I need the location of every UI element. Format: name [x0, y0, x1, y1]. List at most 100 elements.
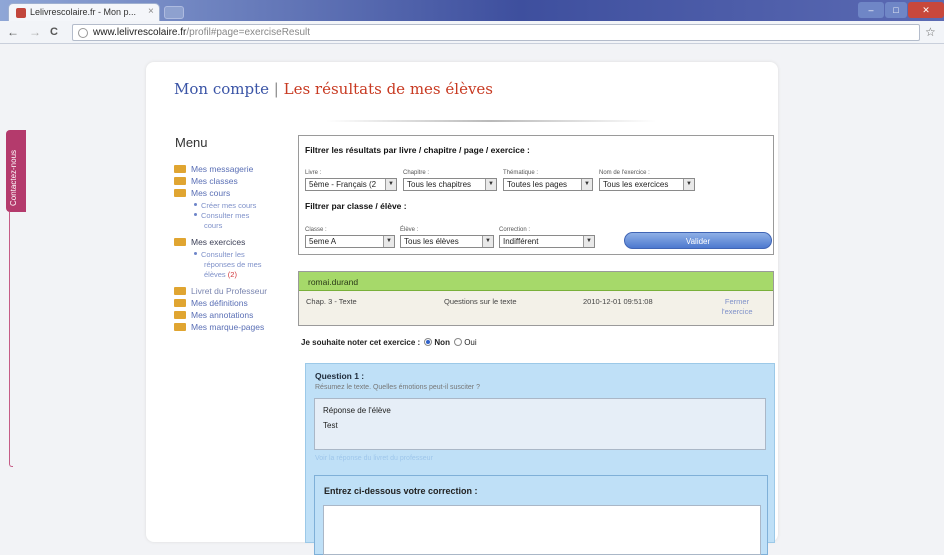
valider-button[interactable]: Valider [624, 232, 772, 249]
filter-panel: Filtrer les résultats par livre / chapit… [298, 135, 774, 255]
chapitre-label: Chapitre : [403, 170, 430, 176]
answer-value: Test [323, 421, 338, 430]
exercice-select[interactable]: Tous les exercices ▼ [599, 178, 695, 191]
folder-icon [174, 299, 186, 307]
eleve-label: Élève : [400, 227, 419, 233]
folder-icon [174, 165, 186, 173]
browser-title-bar: Lelivrescolaire.fr - Mon p... × – □ ✕ [0, 0, 944, 21]
rating-question: Je souhaite noter cet exercice : [301, 338, 421, 347]
radio-oui[interactable] [454, 338, 463, 346]
chevron-down-icon: ▼ [383, 236, 394, 247]
livre-label: Livre : [305, 170, 322, 176]
bookmark-star-icon[interactable]: ☆ [925, 25, 936, 39]
result-row: Chap. 3 - Texte Questions sur le texte 2… [299, 291, 773, 325]
submenu-consulter-cours[interactable]: Consulter mes cours [194, 211, 249, 231]
radio-non[interactable] [424, 338, 433, 346]
menu-item-classes[interactable]: Mes classes [174, 176, 238, 186]
classe-select[interactable]: 5eme A ▼ [305, 235, 395, 248]
result-chapter: Chap. 3 - Texte [306, 297, 357, 306]
correction-select[interactable]: Indifférent ▼ [499, 235, 595, 248]
title-account[interactable]: Mon compte [174, 80, 269, 98]
tab-close-icon[interactable]: × [148, 6, 154, 17]
chevron-down-icon: ▼ [482, 236, 493, 247]
folder-icon [174, 238, 186, 246]
filter-heading-book: Filtrer les résultats par livre / chapit… [305, 145, 530, 155]
submenu-consulter-reponses[interactable]: Consulter les réponses de mes élèves (2) [194, 250, 262, 280]
minimize-button[interactable]: – [858, 2, 884, 18]
browser-tab[interactable]: Lelivrescolaire.fr - Mon p... × [8, 3, 160, 21]
title-results: Les résultats de mes élèves [283, 80, 493, 98]
question-text: Résumez le texte. Quelles émotions peut-… [315, 384, 480, 391]
menu-title: Menu [175, 135, 208, 150]
answer-label: Réponse de l'élève [323, 406, 391, 415]
chevron-down-icon: ▼ [683, 179, 694, 190]
radio-oui-label: Oui [464, 338, 477, 347]
favicon-icon [16, 8, 26, 18]
question-title: Question 1 : [315, 371, 365, 381]
submenu-creer-cours[interactable]: Créer mes cours [194, 201, 256, 211]
exercice-label: Nom de l'exercice : [599, 170, 650, 176]
new-tab-button[interactable] [164, 6, 184, 19]
folder-icon [174, 287, 186, 295]
chapitre-select[interactable]: Tous les chapitres ▼ [403, 178, 497, 191]
page-title: Mon compte | Les résultats de mes élèves [174, 80, 493, 98]
eleve-select[interactable]: Tous les élèves ▼ [400, 235, 494, 248]
menu-item-messagerie[interactable]: Mes messagerie [174, 164, 253, 174]
contact-tab-line [9, 212, 13, 467]
chevron-down-icon: ▼ [385, 179, 396, 190]
thematique-label: Thématique : [503, 170, 539, 176]
livre-select[interactable]: 5ème - Français (2 ▼ [305, 178, 397, 191]
student-bar: romai.durand [299, 272, 773, 291]
chevron-down-icon: ▼ [485, 179, 496, 190]
close-exercise-link[interactable]: Fermer l'exercice [712, 297, 762, 317]
heading-divider [326, 120, 656, 122]
correction-label: Correction : [499, 227, 531, 233]
address-bar[interactable]: www.lelivrescolaire.fr/profil#page=exerc… [72, 24, 920, 41]
student-name: romai.durand [308, 277, 359, 287]
bullet-icon [194, 203, 197, 206]
teacher-answer-link[interactable]: Voir la réponse du livret du professeur [315, 455, 433, 462]
filter-heading-class: Filtrer par classe / élève : [305, 201, 407, 211]
folder-icon [174, 323, 186, 331]
pending-count-badge: (2) [227, 270, 237, 279]
title-separator: | [273, 80, 279, 98]
menu-item-marque-pages[interactable]: Mes marque-pages [174, 322, 264, 332]
page-info-icon[interactable] [78, 28, 88, 38]
correction-title: Entrez ci-dessous votre correction : [324, 486, 478, 496]
folder-icon [174, 311, 186, 319]
rating-row: Je souhaite noter cet exercice : Non Oui [301, 338, 477, 347]
forward-arrow-icon[interactable]: → [29, 25, 41, 39]
result-date: 2010-12-01 09:51:08 [583, 297, 653, 306]
thematique-select[interactable]: Toutes les pages ▼ [503, 178, 593, 191]
question-panel: Question 1 : Résumez le texte. Quelles é… [305, 363, 775, 555]
chevron-down-icon: ▼ [581, 179, 592, 190]
bullet-icon [194, 252, 197, 255]
correction-textarea[interactable] [323, 505, 761, 555]
reload-icon[interactable]: C [50, 25, 58, 39]
contact-tab-label: Contactez-nous [9, 149, 18, 206]
browser-toolbar: ← → C www.lelivrescolaire.fr/profil#page… [0, 21, 944, 44]
classe-label: Classe : [305, 227, 327, 233]
menu-item-livret[interactable]: Livret du Professeur [174, 286, 267, 296]
chevron-down-icon: ▼ [583, 236, 594, 247]
folder-icon [174, 177, 186, 185]
menu-item-cours[interactable]: Mes cours [174, 188, 230, 198]
tab-title: Lelivrescolaire.fr - Mon p... [30, 7, 137, 17]
close-window-button[interactable]: ✕ [908, 2, 944, 18]
correction-panel: Entrez ci-dessous votre correction : [314, 475, 768, 555]
menu-item-exercices[interactable]: Mes exercices [174, 237, 245, 247]
result-panel: romai.durand Chap. 3 - Texte Questions s… [298, 271, 774, 326]
menu-item-annotations[interactable]: Mes annotations [174, 310, 253, 320]
window-controls: – □ ✕ [858, 2, 944, 18]
radio-non-label: Non [434, 338, 450, 347]
back-arrow-icon[interactable]: ← [7, 25, 19, 39]
main-content-card: Mon compte | Les résultats de mes élèves… [146, 62, 778, 555]
student-answer-box: Réponse de l'élève Test [314, 398, 766, 450]
bullet-icon [194, 213, 197, 216]
folder-icon [174, 189, 186, 197]
menu-item-definitions[interactable]: Mes définitions [174, 298, 248, 308]
result-exercise: Questions sur le texte [444, 297, 517, 306]
address-url: www.lelivrescolaire.fr/profil#page=exerc… [93, 27, 311, 38]
maximize-button[interactable]: □ [885, 2, 907, 18]
contact-side-tab[interactable]: Contactez-nous [6, 130, 26, 212]
